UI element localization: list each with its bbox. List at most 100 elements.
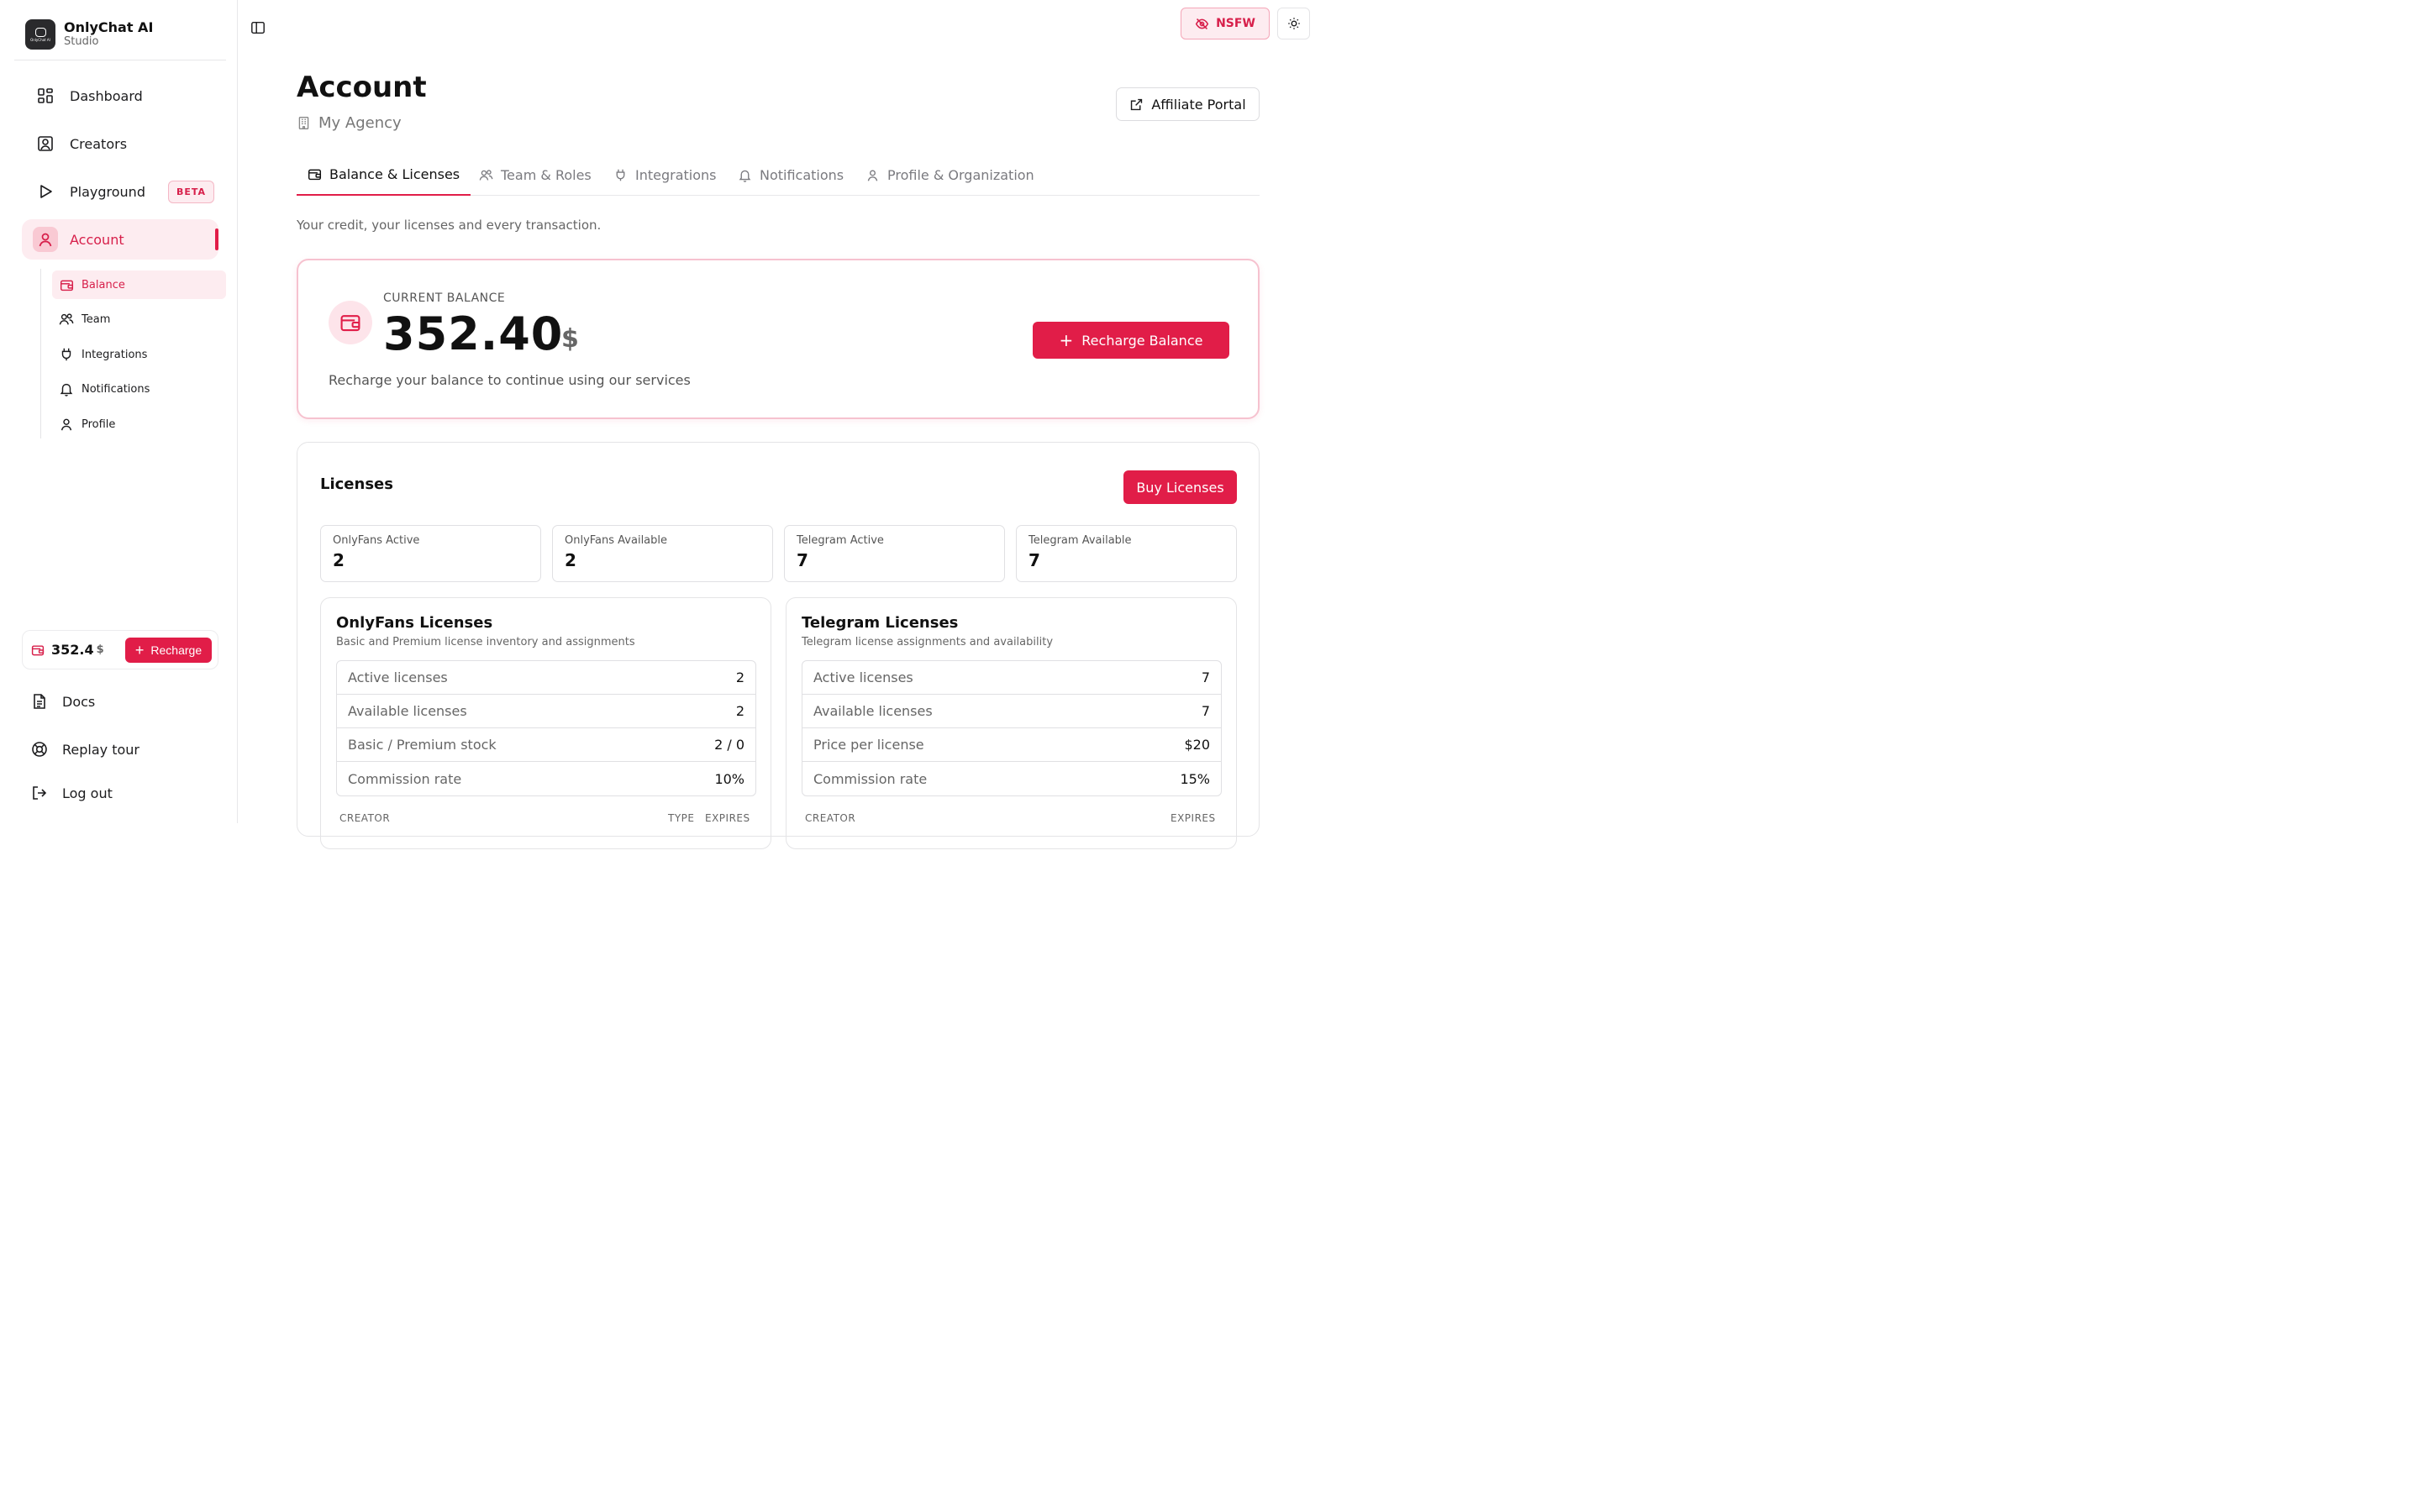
- column-header-expires[interactable]: EXPIRES: [705, 812, 750, 824]
- stat-label: Telegram Active: [797, 534, 884, 547]
- current-balance-label: CURRENT BALANCE: [383, 291, 506, 305]
- agency-label: My Agency: [318, 114, 402, 132]
- telegram-licenses-card: Telegram Licenses Telegram license assig…: [786, 597, 1237, 849]
- stat-value: 2: [333, 550, 345, 570]
- subnav-item-balance[interactable]: Balance: [52, 270, 226, 299]
- logout-icon: [30, 784, 49, 802]
- tab-profile-organization[interactable]: Profile & Organization: [865, 155, 1034, 195]
- table-row: Basic / Premium stock 2 / 0: [337, 728, 755, 762]
- wallet-icon: [59, 277, 74, 292]
- toggle-sidebar-button[interactable]: [249, 18, 267, 37]
- column-header-creator[interactable]: CREATOR: [805, 812, 855, 824]
- users-icon: [479, 168, 493, 182]
- sidebar-item-dashboard[interactable]: Dashboard: [22, 76, 218, 116]
- onlyfans-summary-table: Active licenses 2 Available licenses 2 Bas…: [336, 660, 756, 796]
- sidebar-item-account[interactable]: Account: [22, 219, 218, 260]
- table-row: Commission rate 15%: [813, 770, 1210, 787]
- plug-icon: [59, 347, 74, 362]
- subnav-item-integrations[interactable]: Integrations: [52, 340, 226, 369]
- current-balance-amount: 352.40: [383, 307, 564, 360]
- brand-subtitle: Studio: [64, 35, 99, 48]
- column-header-type[interactable]: TYPE: [668, 812, 694, 824]
- sidebar-balance-amount: 352.4: [51, 642, 94, 658]
- wallet-icon: [329, 301, 372, 344]
- sidebar-item-label: Creators: [70, 135, 128, 152]
- recharge-balance-label: Recharge Balance: [1081, 332, 1203, 349]
- nsfw-toggle-button[interactable]: NSFW: [1181, 8, 1270, 39]
- stat-onlyfans-available: OnlyFans Available 2: [552, 525, 773, 582]
- buy-licenses-button[interactable]: Buy Licenses: [1123, 470, 1237, 504]
- telegram-licenses-desc: Telegram license assignments and availab…: [802, 636, 1054, 648]
- onlyfans-licenses-desc: Basic and Premium license inventory and …: [336, 636, 635, 648]
- recharge-label: Recharge: [150, 643, 203, 657]
- sidebar-recharge-button[interactable]: + Recharge: [125, 638, 212, 663]
- sidebar-item-label: Log out: [62, 785, 113, 801]
- onlyfans-licenses-title: OnlyFans Licenses: [336, 614, 493, 632]
- sidebar-item-label: Replay tour: [62, 741, 139, 758]
- tab-label: Notifications: [760, 166, 844, 183]
- sidebar-item-docs[interactable]: Docs: [22, 685, 95, 718]
- stat-onlyfans-active: OnlyFans Active 2: [320, 525, 541, 582]
- sidebar-toggle-icon: [251, 21, 265, 34]
- bell-icon: [59, 381, 74, 396]
- sidebar-item-playground[interactable]: Playground BETA: [22, 171, 218, 212]
- balance-card: CURRENT BALANCE 352.40 $ Recharge your b…: [297, 259, 1260, 419]
- theme-toggle-button[interactable]: [1277, 8, 1310, 39]
- sidebar-balance-currency: $: [96, 643, 104, 656]
- sidebar-item-label: Account: [70, 231, 124, 248]
- tab-label: Balance & Licenses: [329, 166, 460, 182]
- sidebar-item-label: Docs: [62, 693, 96, 710]
- tab-team-roles[interactable]: Team & Roles: [479, 155, 592, 195]
- subnav-item-notifications[interactable]: Notifications: [52, 375, 226, 403]
- tab-balance-licenses[interactable]: Balance & Licenses: [297, 155, 471, 196]
- recharge-balance-button[interactable]: + Recharge Balance: [1033, 322, 1229, 359]
- wallet-icon: [31, 643, 45, 657]
- subnav-line: [40, 269, 41, 438]
- lifebuoy-icon: [30, 740, 49, 759]
- sidebar-item-logout[interactable]: Log out: [22, 776, 113, 810]
- user-icon: [865, 168, 880, 182]
- external-link-icon: [1129, 97, 1144, 112]
- plus-icon: +: [1059, 330, 1074, 350]
- tab-bar: Balance & Licenses Team & Roles Integrat…: [297, 155, 1260, 196]
- sidebar-item-creators[interactable]: Creators: [22, 123, 218, 164]
- beta-badge: BETA: [167, 180, 215, 203]
- brand-title: OnlyChat AI: [64, 19, 154, 35]
- subnav-label: Balance: [82, 278, 125, 291]
- tab-label: Integrations: [635, 166, 717, 183]
- sidebar-item-replay-tour[interactable]: Replay tour: [22, 732, 139, 766]
- stat-value: 7: [1028, 550, 1040, 570]
- user-square-icon: [37, 135, 54, 152]
- subnav-item-team[interactable]: Team: [52, 305, 226, 333]
- subnav-item-profile[interactable]: Profile: [52, 410, 226, 438]
- affiliate-portal-button[interactable]: Affiliate Portal: [1116, 87, 1260, 121]
- nsfw-label: NSFW: [1216, 17, 1255, 30]
- sun-icon: [1287, 18, 1300, 29]
- table-row: Commission rate 10%: [348, 770, 744, 787]
- brand[interactable]: OnlyChat AI OnlyChat AI Studio: [25, 19, 153, 50]
- subnav-label: Profile: [82, 417, 116, 431]
- users-icon: [59, 312, 74, 327]
- table-row: Price per license $20: [802, 728, 1221, 762]
- agency-name: My Agency: [297, 114, 402, 132]
- table-row: Available licenses 7: [802, 695, 1221, 728]
- sidebar-item-label: Dashboard: [70, 87, 143, 104]
- tab-notifications[interactable]: Notifications: [738, 155, 844, 195]
- bell-icon: [738, 168, 752, 182]
- eye-off-icon: [1195, 17, 1209, 31]
- tab-label: Team & Roles: [501, 166, 592, 183]
- sidebar: OnlyChat AI OnlyChat AI Studio Dashboard…: [0, 0, 238, 823]
- tab-integrations[interactable]: Integrations: [613, 155, 717, 195]
- current-balance-currency: $: [561, 324, 579, 354]
- column-header-expires[interactable]: EXPIRES: [1171, 812, 1216, 824]
- subnav-label: Integrations: [82, 348, 148, 361]
- plug-icon: [613, 168, 628, 182]
- affiliate-label: Affiliate Portal: [1151, 96, 1246, 113]
- column-header-creator[interactable]: CREATOR: [339, 812, 390, 824]
- telegram-licenses-title: Telegram Licenses: [802, 614, 959, 632]
- play-icon: [37, 183, 54, 200]
- building-icon: [297, 116, 311, 130]
- stat-label: OnlyFans Available: [565, 534, 668, 547]
- balance-note: Recharge your balance to continue using …: [329, 372, 691, 388]
- table-row: Active licenses 7: [802, 661, 1221, 695]
